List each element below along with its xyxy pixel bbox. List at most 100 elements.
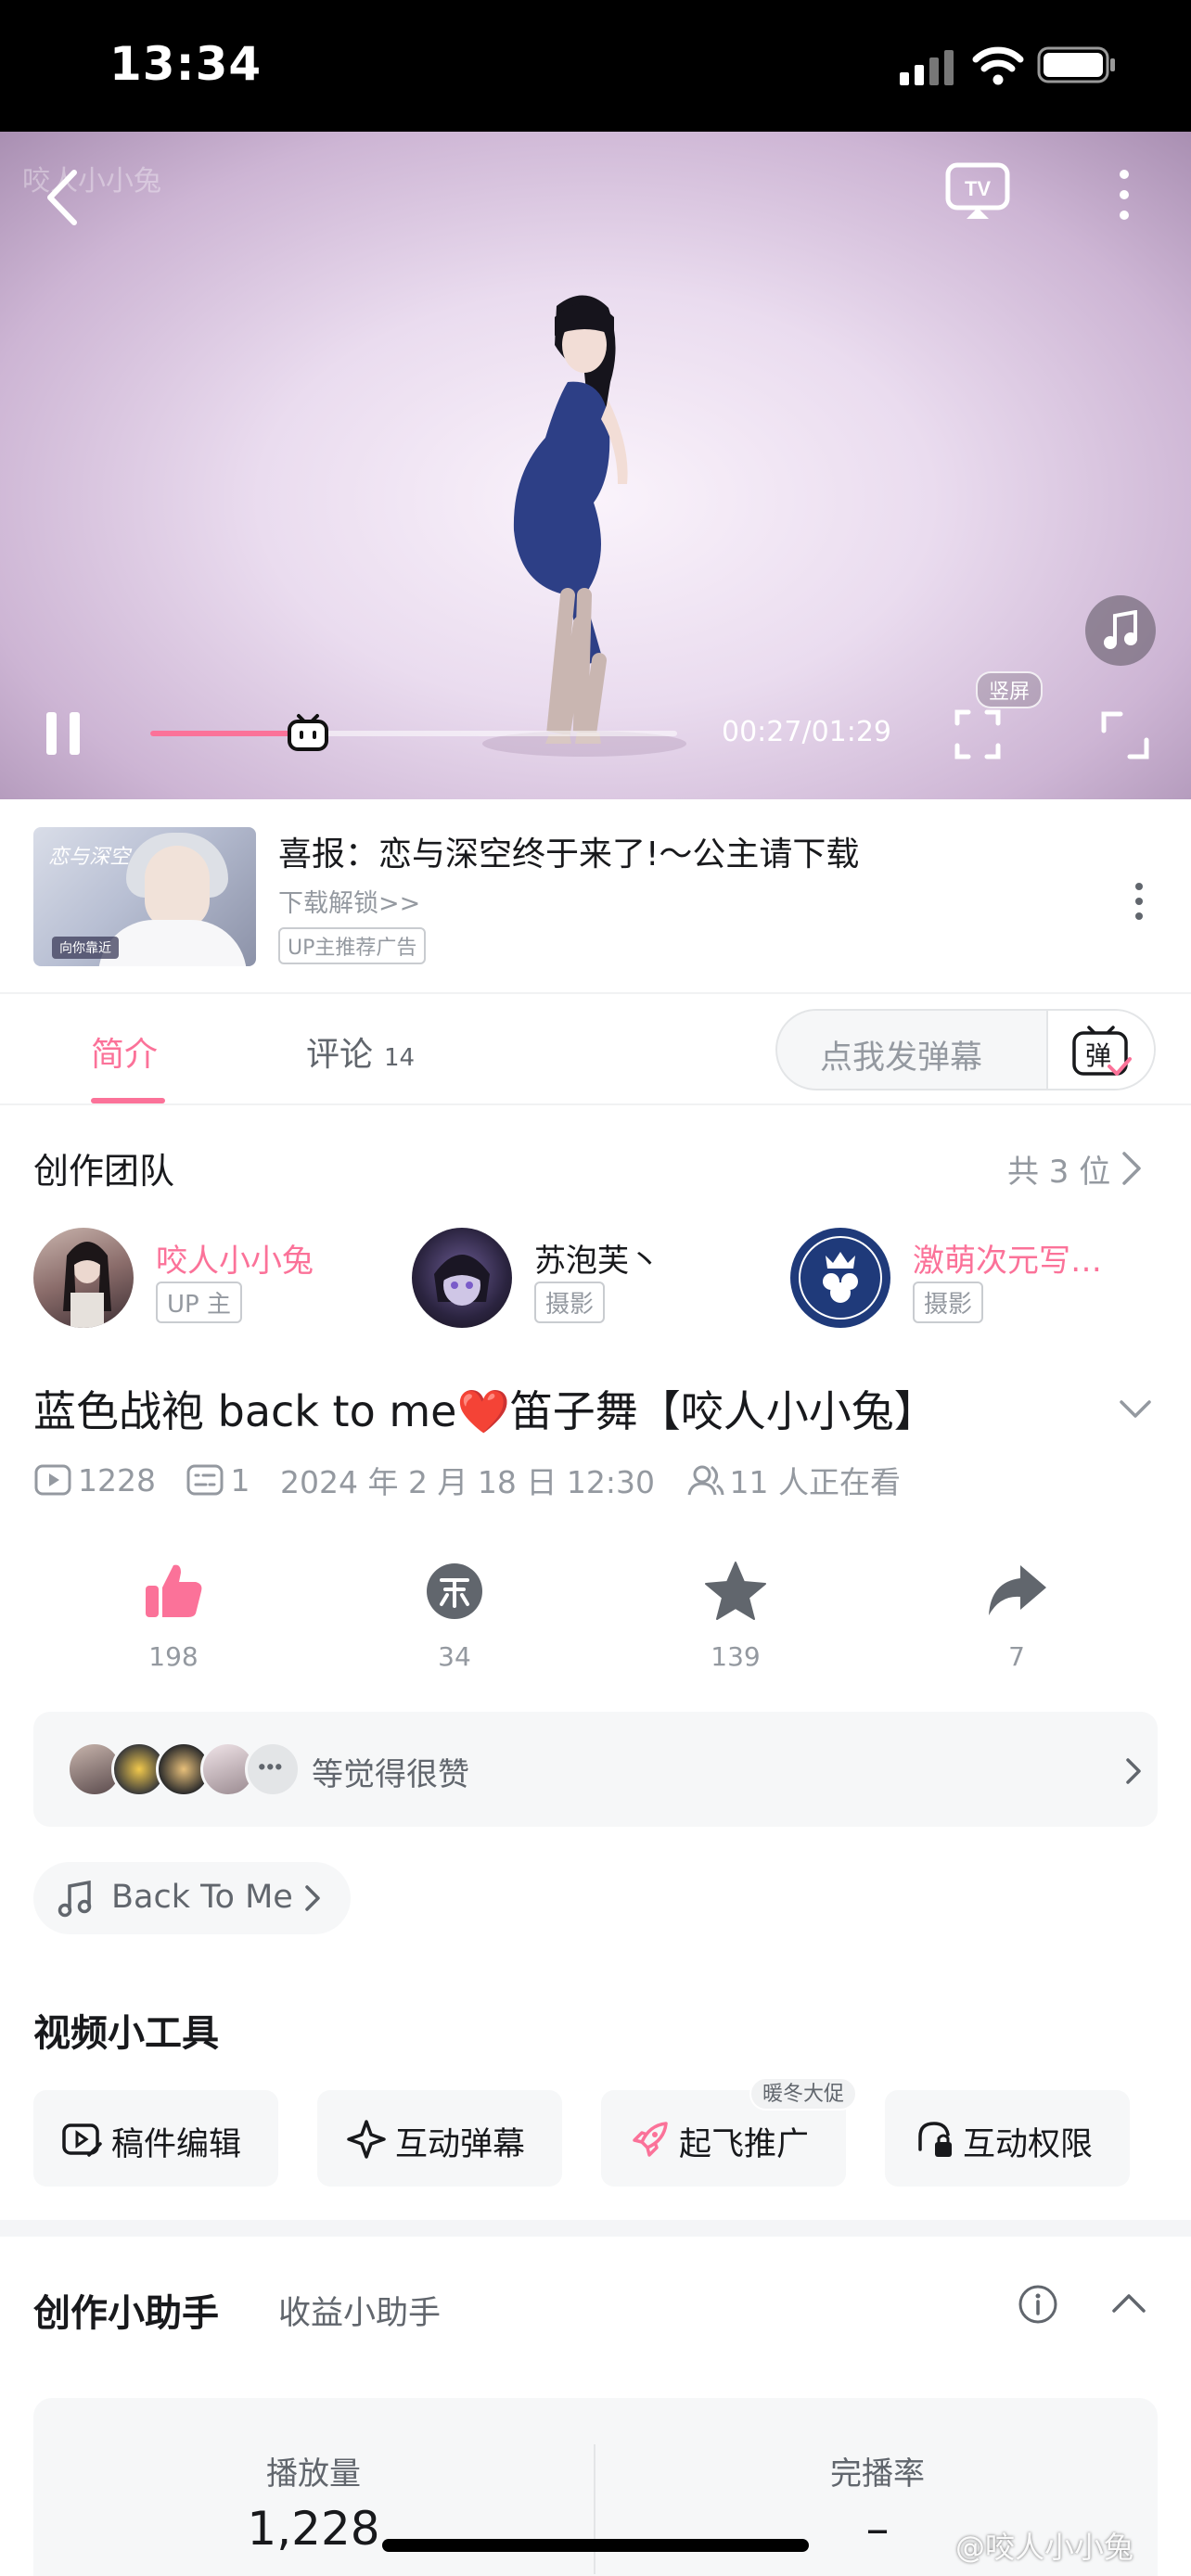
bgm-label: Back To Me: [111, 1879, 293, 1916]
assistant-title: 创作小助手: [33, 2292, 219, 2335]
coin-count: 34: [438, 1641, 471, 1672]
info-icon[interactable]: [1017, 2283, 1059, 2326]
team-member-role: UP 主: [156, 1282, 242, 1323]
danmaku-count: 1: [230, 1461, 250, 1498]
danmaku-input[interactable]: 点我发弹幕 弹: [775, 1009, 1156, 1090]
back-arrow-icon[interactable]: [37, 165, 93, 230]
star-icon: [705, 1562, 766, 1620]
bgm-chip[interactable]: Back To Me: [33, 1862, 351, 1934]
team-member-name[interactable]: 苏泡芙丶: [534, 1235, 660, 1281]
tab-intro[interactable]: 简介: [91, 1027, 158, 1076]
video-player[interactable]: 咬人小小兔 TV 00:27/01:29 竖屏: [0, 132, 1191, 799]
playback-time: 00:27/01:29: [722, 716, 892, 748]
ad-thumbnail-tag: 向你靠近: [52, 937, 119, 959]
tool-edit-submission[interactable]: 稿件编辑: [33, 2090, 278, 2187]
like-count: 198: [148, 1641, 198, 1672]
ad-badge: UP主推荐广告: [278, 927, 427, 964]
wifi-icon: [972, 46, 1024, 85]
tools-title: 视频小工具: [33, 2012, 219, 2055]
coin-icon: [427, 1563, 482, 1619]
danmaku-placeholder: 点我发弹幕: [820, 1039, 983, 1077]
permission-lock-icon: [918, 2122, 952, 2157]
danmaku-toggle-icon: 弹: [1072, 1026, 1132, 1076]
stat-separator: [594, 2444, 596, 2574]
chevron-down-icon[interactable]: [1119, 1398, 1152, 1421]
coin-button[interactable]: 34: [399, 1558, 510, 1672]
chevron-right-icon[interactable]: [1121, 1150, 1143, 1187]
portrait-mode-label: 竖屏: [976, 671, 1044, 708]
svg-text:TV: TV: [965, 177, 991, 200]
video-frame-dancer: [482, 295, 686, 757]
team-member-photographer[interactable]: 苏泡芙丶 摄影: [412, 1228, 783, 1330]
tab-comments[interactable]: 评论 14: [306, 1027, 415, 1076]
watching-count: 11 人正在看: [729, 1464, 901, 1500]
share-count: 7: [1008, 1641, 1025, 1672]
weibo-watermark: @咬人小小兔: [955, 2530, 1134, 2565]
tool-label: 互动权限: [963, 2126, 1094, 2163]
ad-more-icon[interactable]: [1133, 881, 1145, 922]
portrait-fullscreen-icon[interactable]: [954, 708, 1002, 760]
team-member-role: 摄影: [913, 1282, 984, 1323]
like-button[interactable]: 198: [118, 1558, 229, 1672]
pause-icon[interactable]: [43, 710, 83, 757]
rocket-icon: [633, 2122, 668, 2157]
sparkle-icon: [347, 2120, 386, 2159]
tab-active-indicator: [91, 1098, 165, 1103]
cellular-signal-icon: [900, 50, 954, 85]
assistant-subtitle[interactable]: 收益小助手: [278, 2287, 441, 2334]
more-likers-icon: [245, 1741, 301, 1797]
ad-subtitle[interactable]: 下载解锁>>: [278, 883, 420, 919]
status-time: 13:34: [109, 37, 263, 91]
tool-interactive-danmaku[interactable]: 互动弹幕: [317, 2090, 562, 2187]
tool-interactive-permissions[interactable]: 互动权限: [885, 2090, 1130, 2187]
team-count[interactable]: 共 3 位: [1007, 1146, 1110, 1192]
avatar[interactable]: [790, 1228, 890, 1328]
danmaku-toggle-button[interactable]: 弹: [1046, 1011, 1154, 1089]
promo-tag: 暖冬大促: [749, 2077, 858, 2111]
favorite-button[interactable]: 139: [680, 1558, 791, 1672]
publish-date: 2024 年 2 月 18 日 12:30: [279, 1464, 655, 1500]
avatar[interactable]: [412, 1228, 512, 1328]
share-button[interactable]: 7: [961, 1558, 1072, 1672]
avatar[interactable]: [33, 1228, 134, 1328]
ad-thumbnail[interactable]: 恋与深空 向你靠近: [33, 827, 256, 966]
home-indicator[interactable]: [382, 2539, 809, 2552]
tab-intro-label: 简介: [91, 1036, 159, 1074]
play-count-icon: [34, 1464, 71, 1496]
progress-thumb-tv-icon[interactable]: [286, 710, 330, 755]
team-member-studio[interactable]: 激萌次元写… 摄影: [790, 1228, 1161, 1330]
tab-comments-label: 评论: [306, 1036, 374, 1074]
tab-comments-count: 14: [384, 1044, 416, 1072]
section-divider: [0, 2220, 1191, 2237]
video-meta: 1228 1 2024 年 2 月 18 日 12:30 11 人正在看: [33, 1458, 901, 1500]
team-member-uploader[interactable]: 咬人小小兔 UP 主: [33, 1228, 404, 1330]
chevron-right-icon: [1126, 1758, 1141, 1784]
team-member-name[interactable]: 激萌次元写…: [913, 1235, 1102, 1281]
status-bar: 13:34: [0, 0, 1191, 132]
stat-label-views: 播放量: [266, 2455, 361, 2493]
team-title: 创作团队: [33, 1151, 175, 1192]
video-edit-icon: [62, 2123, 102, 2157]
video-title: 蓝色战袍 back to me❤️笛子舞【咬人小小兔】: [33, 1386, 937, 1436]
more-vertical-icon[interactable]: [1111, 167, 1137, 223]
progress-bar[interactable]: [150, 714, 677, 751]
ad-banner[interactable]: 恋与深空 向你靠近 喜报：恋与深空终于来了!～公主请下载 下载解锁>> UP主推…: [0, 799, 1191, 994]
cast-tv-icon[interactable]: TV: [944, 161, 1011, 223]
tool-label: 互动弹幕: [395, 2126, 526, 2163]
view-count: 1228: [78, 1461, 156, 1498]
thumbs-up-icon: [146, 1564, 202, 1617]
fullscreen-icon[interactable]: [1100, 710, 1150, 760]
team-member-role: 摄影: [534, 1282, 606, 1323]
chevron-up-icon[interactable]: [1111, 2292, 1146, 2315]
stat-label-completion: 完播率: [830, 2455, 925, 2493]
music-note-icon: [58, 1881, 92, 1918]
progress-fill: [150, 731, 309, 736]
ad-title[interactable]: 喜报：恋与深空终于来了!～公主请下载: [278, 827, 859, 875]
background-music-button[interactable]: [1085, 595, 1156, 666]
share-arrow-icon: [989, 1565, 1046, 1615]
tool-label: 稿件编辑: [111, 2126, 242, 2163]
favorite-count: 139: [711, 1641, 761, 1672]
svg-text:弹: 弹: [1085, 1040, 1111, 1071]
likers-bar[interactable]: 等觉得很赞: [33, 1712, 1158, 1827]
team-member-name[interactable]: 咬人小小兔: [156, 1235, 314, 1281]
